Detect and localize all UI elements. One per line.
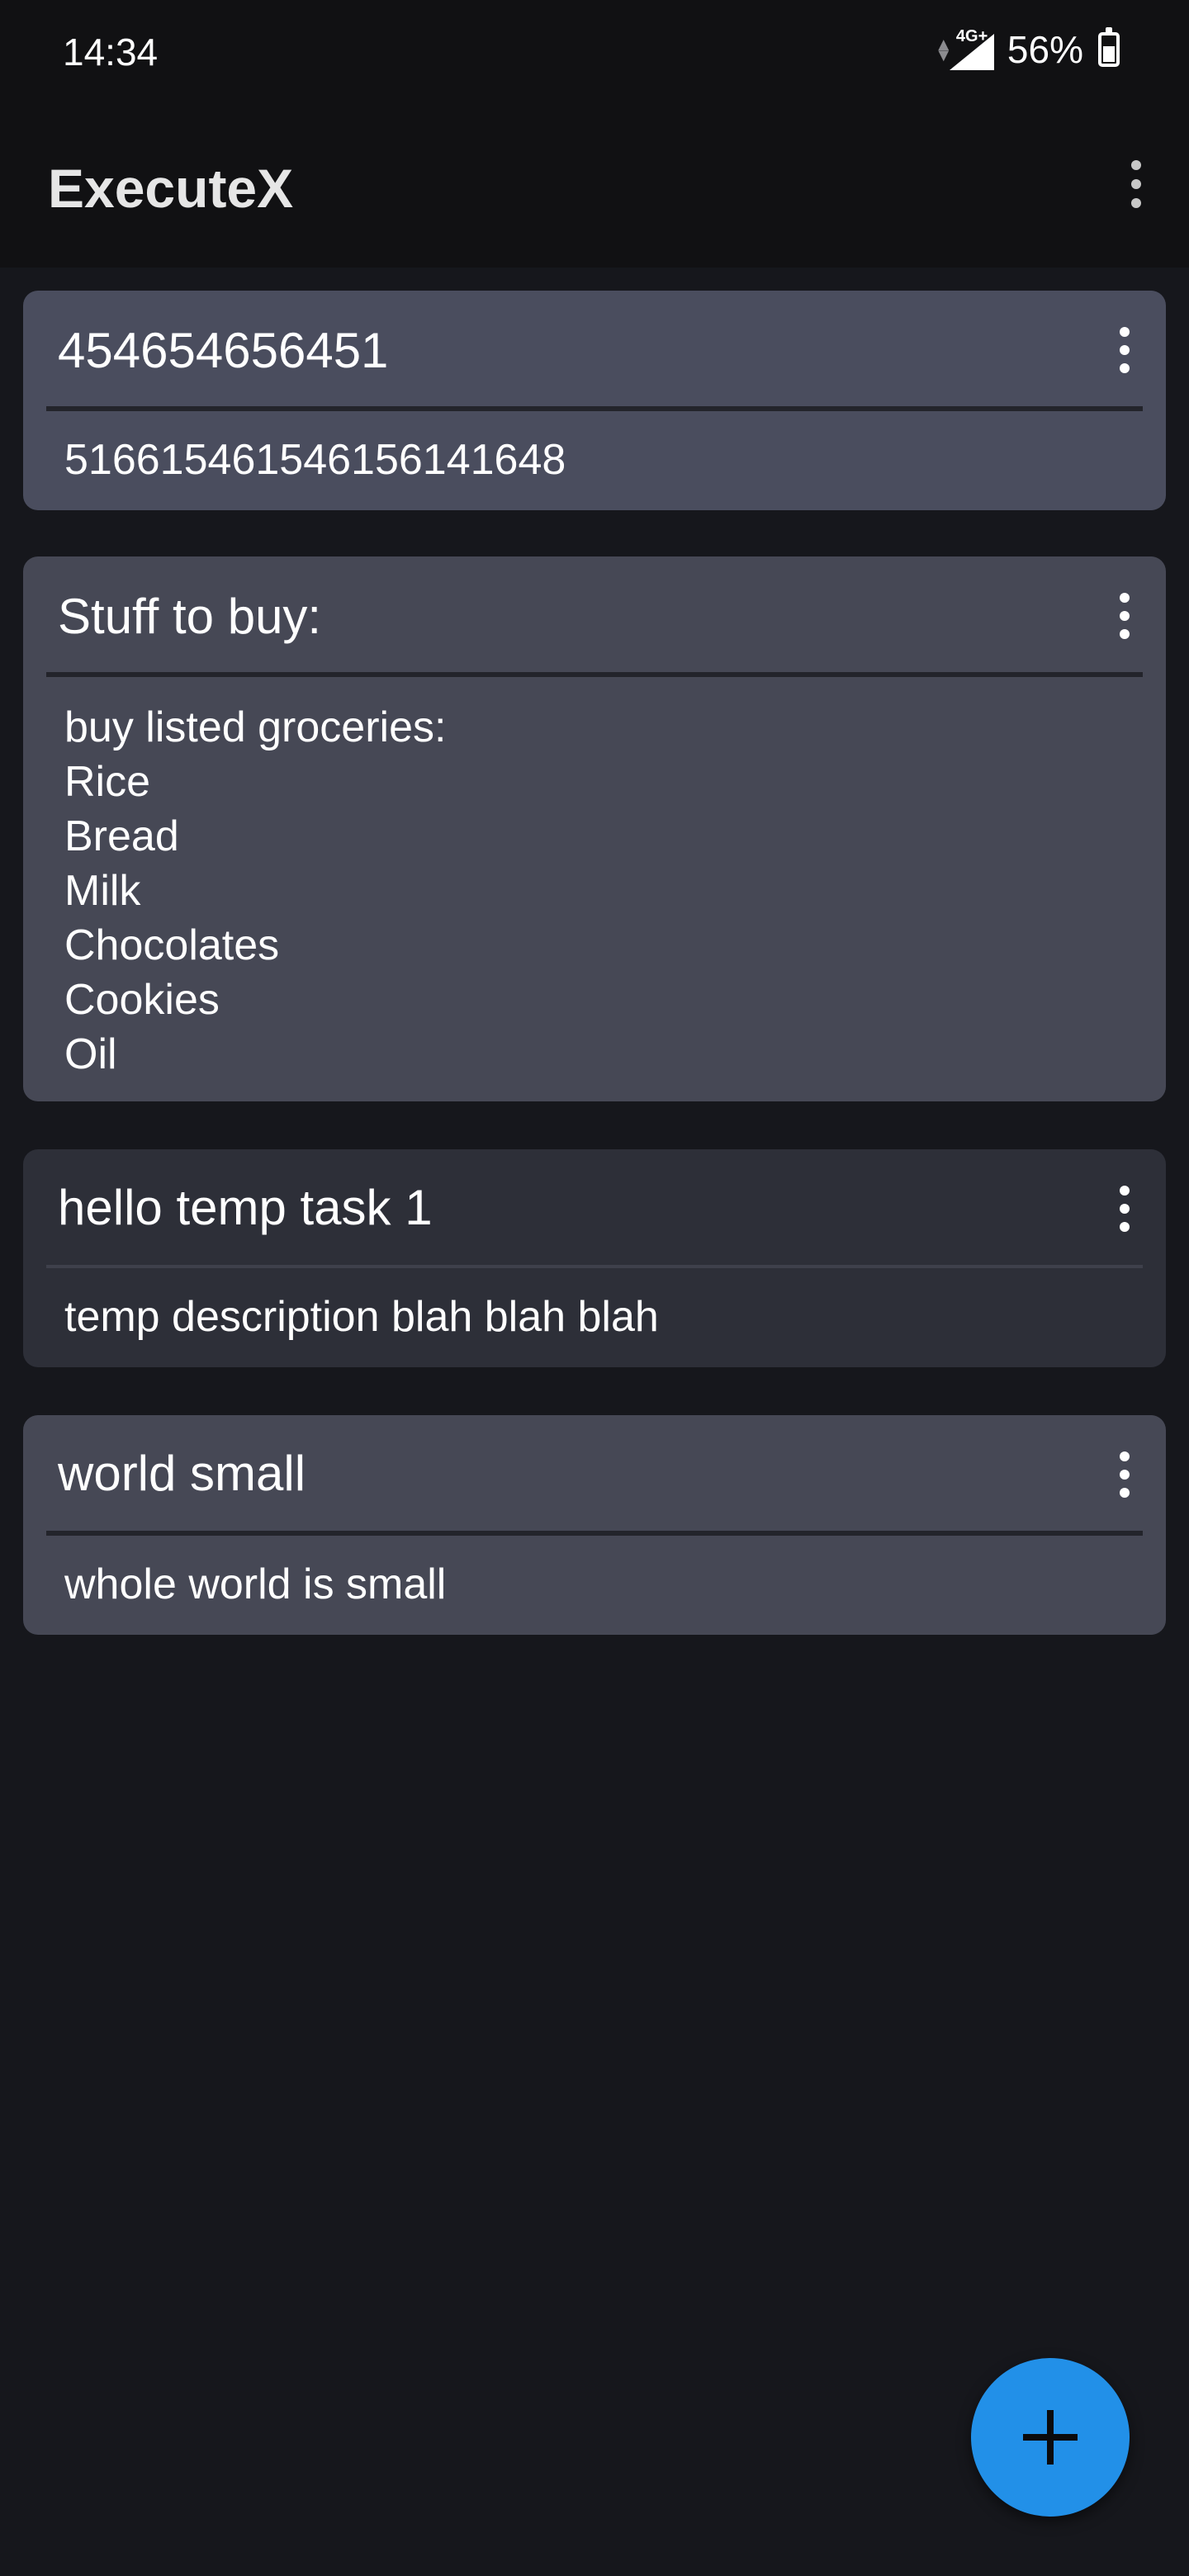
overflow-menu-icon[interactable] (1120, 160, 1153, 208)
plus-icon (1023, 2410, 1078, 2465)
task-divider (46, 1265, 1143, 1268)
task-description: whole world is small (64, 1560, 447, 1608)
add-task-button[interactable] (971, 2358, 1130, 2517)
signal-icon: ▲ ▼ 4G+ (935, 27, 996, 72)
app-title: ExecuteX (48, 158, 294, 219)
task-divider (46, 406, 1143, 411)
task-title: Stuff to buy: (58, 589, 322, 644)
task-divider (46, 672, 1143, 677)
task-menu-icon[interactable] (1108, 327, 1141, 373)
task-title: world small (58, 1446, 306, 1501)
task-divider (46, 1531, 1143, 1536)
task-title: hello temp task 1 (58, 1180, 433, 1235)
app-bar: ExecuteX (0, 106, 1189, 268)
task-card[interactable]: hello temp task 1 temp description blah … (23, 1149, 1166, 1367)
status-bar: 14:34 ▲ ▼ 4G+ 56% (0, 0, 1189, 106)
status-icons: ▲ ▼ 4G+ 56% (935, 25, 1120, 74)
task-menu-icon[interactable] (1108, 593, 1141, 639)
status-time: 14:34 (63, 31, 159, 73)
task-card[interactable]: Stuff to buy: buy listed groceries: Rice… (23, 556, 1166, 1101)
task-description: temp description blah blah blah (64, 1293, 659, 1341)
battery-percent: 56% (1007, 28, 1083, 71)
task-menu-icon[interactable] (1108, 1186, 1141, 1232)
task-card[interactable]: 454654656451 516615461546156141648 (23, 291, 1166, 510)
battery-icon (1098, 27, 1120, 67)
task-card[interactable]: world small whole world is small (23, 1415, 1166, 1635)
task-title: 454654656451 (58, 323, 389, 378)
task-menu-icon[interactable] (1108, 1451, 1141, 1498)
network-type: 4G+ (955, 27, 988, 45)
task-description: buy listed groceries: Rice Bread Milk Ch… (64, 703, 447, 1078)
task-description: 516615461546156141648 (64, 436, 566, 484)
